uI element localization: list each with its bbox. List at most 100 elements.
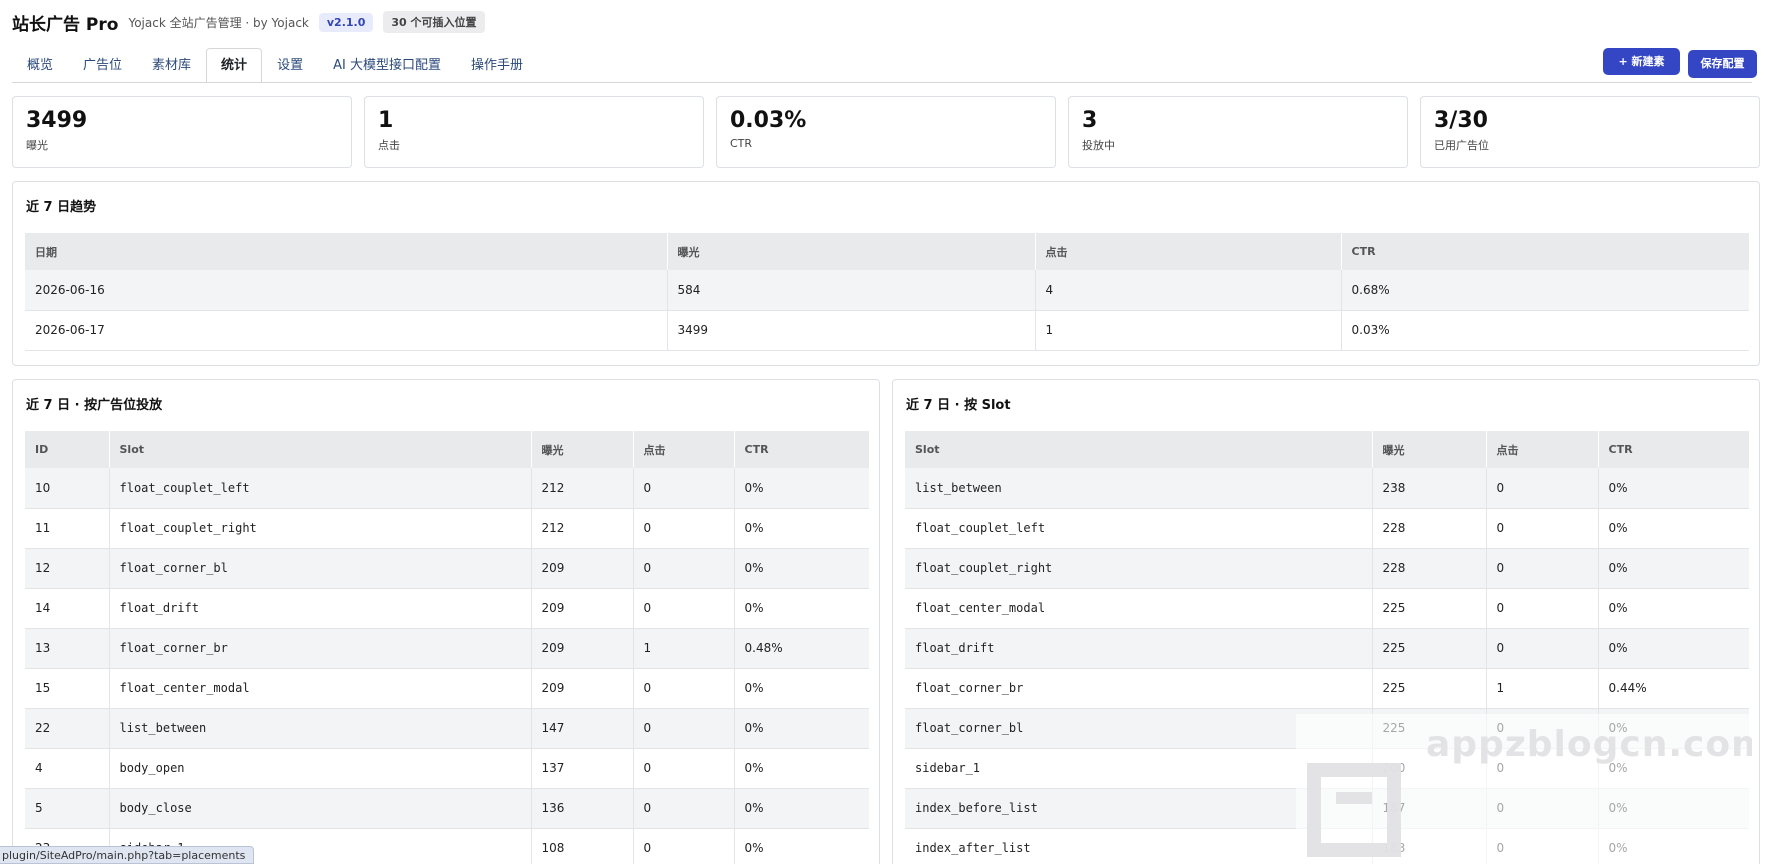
cell-slot: float_drift [905, 628, 1373, 669]
cell-id: 22 [25, 708, 110, 749]
cell-slot: float_couplet_right [905, 548, 1373, 589]
cell-clicks: 0 [1486, 468, 1599, 509]
cell-clicks: 0 [633, 468, 735, 509]
new-material-button[interactable]: + 新建素材 [1603, 48, 1680, 96]
cell-impressions: 228 [1372, 508, 1487, 549]
cell-impressions: 225 [1372, 588, 1487, 629]
cell-impressions: 209 [531, 628, 634, 669]
cell-impressions: 225 [1372, 668, 1487, 709]
col-impressions: 曝光 [531, 431, 634, 468]
stat-card-clicks: 1 点击 [364, 96, 704, 168]
table-row: 10 float_couplet_left 212 0 0% [25, 468, 869, 509]
cell-id: 10 [25, 468, 110, 509]
table-row: 13 float_corner_br 209 1 0.48% [25, 628, 869, 669]
stat-card-impressions: 3499 曝光 [12, 96, 352, 168]
stat-card-active: 3 投放中 [1068, 96, 1408, 168]
stat-label: 已用广告位 [1434, 139, 1489, 152]
placement-stats-title: 近 7 日 · 按广告位投放 [26, 398, 163, 413]
cell-ctr: 0.68% [1341, 270, 1749, 311]
stat-value: 3499 [26, 108, 88, 133]
cell-id: 11 [25, 508, 110, 549]
cell-slot: float_center_modal [905, 588, 1373, 629]
stat-card-used-slots: 3/30 已用广告位 [1420, 96, 1760, 168]
cell-id: 12 [25, 548, 110, 589]
col-id: ID [25, 431, 110, 468]
col-clicks: 点击 [1486, 431, 1599, 468]
cell-clicks: 4 [1035, 270, 1342, 311]
cell-impressions: 209 [531, 668, 634, 709]
cell-ctr: 0% [1598, 588, 1749, 629]
cell-id: 4 [25, 748, 110, 789]
stat-value: 3 [1082, 108, 1098, 133]
col-impressions: 曝光 [1372, 431, 1487, 468]
slot-stats-title: 近 7 日 · 按 Slot [906, 398, 1011, 413]
cell-ctr: 0% [1598, 468, 1749, 509]
app-title: 站长广告 Pro [12, 14, 119, 35]
cell-ctr: 0% [734, 468, 869, 509]
tab-bar: 概览 广告位 素材库 统计 设置 AI 大模型接口配置 操作手册 [12, 48, 538, 82]
cell-ctr: 0% [1598, 548, 1749, 589]
cell-id: 14 [25, 588, 110, 629]
stat-label: 点击 [378, 139, 400, 152]
cell-date: 2026-06-17 [25, 310, 668, 351]
cell-slot: float_corner_bl [109, 548, 532, 589]
tab-settings[interactable]: 设置 [262, 48, 318, 82]
slots-count-badge: 30 个可插入位置 [383, 11, 485, 33]
cell-impressions: 3499 [667, 310, 1036, 351]
cell-impressions: 212 [531, 468, 634, 509]
cell-clicks: 0 [1486, 548, 1599, 589]
cell-ctr: 0% [734, 748, 869, 789]
col-clicks: 点击 [633, 431, 735, 468]
tab-ai-config[interactable]: AI 大模型接口配置 [318, 48, 456, 82]
cell-ctr: 0% [734, 508, 869, 549]
table-row: 11 float_couplet_right 212 0 0% [25, 508, 869, 549]
placement-stats-panel: 近 7 日 · 按广告位投放 ID Slot 曝光 点击 CTR 10 float… [12, 379, 880, 864]
cell-impressions: 212 [531, 508, 634, 549]
cell-slot: float_couplet_left [109, 468, 532, 509]
table-row: 5 body_close 136 0 0% [25, 788, 869, 829]
watermark-text: appzblogcn.com [1426, 724, 1752, 765]
watermark: appzblogcn.com [1296, 714, 1752, 864]
stat-label: 曝光 [26, 139, 48, 152]
table-row: 2026-06-16 584 4 0.68% [25, 270, 1749, 311]
table-row: float_corner_br 225 1 0.44% [905, 668, 1749, 709]
table-row: float_center_modal 225 0 0% [905, 588, 1749, 629]
cell-id: 5 [25, 788, 110, 829]
table-row: 14 float_drift 209 0 0% [25, 588, 869, 629]
cell-slot: float_corner_br [109, 628, 532, 669]
tab-overview[interactable]: 概览 [12, 48, 68, 82]
cell-clicks: 0 [633, 548, 735, 589]
cell-impressions: 228 [1372, 548, 1487, 589]
status-url-bar: plugin/SiteAdPro/main.php?tab=placements [0, 846, 255, 864]
cell-slot: float_couplet_right [109, 508, 532, 549]
cell-impressions: 136 [531, 788, 634, 829]
tab-materials[interactable]: 素材库 [137, 48, 206, 82]
cell-ctr: 0% [734, 668, 869, 709]
app-subtitle: Yojack 全站广告管理 · by Yojack [128, 15, 309, 30]
cell-slot: body_close [109, 788, 532, 829]
col-ctr: CTR [734, 431, 869, 468]
table-row: float_couplet_right 228 0 0% [905, 548, 1749, 589]
cell-clicks: 0 [1486, 588, 1599, 629]
trend-title: 近 7 日趋势 [26, 200, 97, 215]
stat-card-ctr: 0.03% CTR [716, 96, 1056, 168]
save-config-button[interactable]: 保存配置 [1688, 50, 1757, 78]
tab-placements[interactable]: 广告位 [68, 48, 137, 82]
tab-statistics[interactable]: 统计 [206, 48, 263, 82]
col-ctr: CTR [1341, 233, 1749, 270]
watermark-logo-icon [1307, 763, 1401, 857]
cell-ctr: 0% [734, 548, 869, 589]
cell-ctr: 0.44% [1598, 668, 1749, 709]
cell-impressions: 137 [531, 748, 634, 789]
cell-ctr: 0% [734, 788, 869, 829]
cell-ctr: 0% [1598, 508, 1749, 549]
tab-manual[interactable]: 操作手册 [456, 48, 538, 82]
placement-stats-table: ID Slot 曝光 点击 CTR 10 float_couplet_left 21… [25, 431, 869, 864]
col-clicks: 点击 [1035, 233, 1342, 270]
cell-clicks: 0 [633, 788, 735, 829]
cell-clicks: 0 [633, 708, 735, 749]
cell-clicks: 0 [633, 828, 735, 864]
table-row: 15 float_center_modal 209 0 0% [25, 668, 869, 709]
col-slot: Slot [905, 431, 1373, 468]
cell-ctr: 0.03% [1341, 310, 1749, 351]
